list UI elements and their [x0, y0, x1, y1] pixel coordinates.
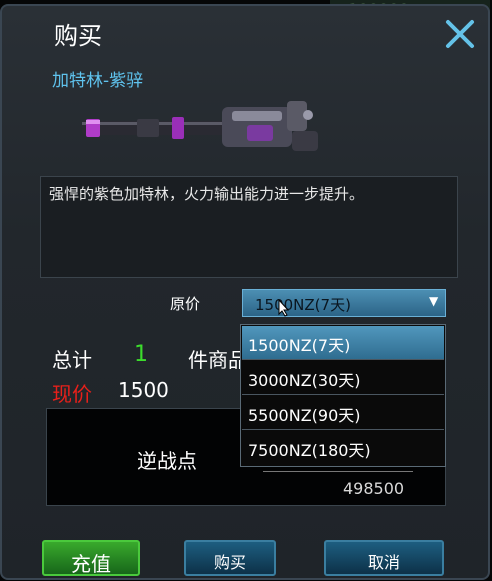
current-price-label: 现价 [52, 382, 92, 406]
price-option[interactable]: 1500NZ(7天) [242, 326, 444, 360]
buy-button-label: 购买 [213, 553, 246, 572]
total-quantity: 1 [134, 342, 148, 367]
gatling-gun-image [82, 101, 318, 151]
price-option[interactable]: 5500NZ(90天) [242, 396, 444, 430]
cancel-button-label: 取消 [367, 553, 400, 572]
mouse-cursor-icon [278, 299, 290, 317]
item-name: 加特林-紫骍 [52, 71, 144, 91]
currency-label: 逆战点 [137, 449, 197, 473]
price-select[interactable]: 1500NZ(7天) ▼ [242, 289, 446, 317]
recharge-button[interactable]: 充值 [42, 540, 140, 576]
description-box: 强悍的紫色加特林，火力输出能力进一步提升。 [40, 176, 458, 278]
current-price-value: 1500 [118, 378, 169, 402]
price-option[interactable]: 7500NZ(180天) [242, 431, 444, 465]
total-label: 总计 [52, 348, 92, 372]
item-description: 强悍的紫色加特林，火力输出能力进一步提升。 [49, 185, 365, 203]
recharge-button-label: 充值 [71, 552, 111, 576]
dropdown-arrow-icon: ▼ [429, 294, 439, 308]
price-option[interactable]: 3000NZ(30天) [242, 361, 444, 395]
price-option-label: 7500NZ(180天) [248, 441, 371, 460]
item-unit-label: 件商品 [188, 348, 248, 372]
balance-value: 498500 [343, 479, 405, 498]
price-dropdown-list: 1500NZ(7天) 3000NZ(30天) 5500NZ(90天) 7500N… [240, 324, 446, 467]
price-option-label: 5500NZ(90天) [248, 406, 361, 425]
price-option-label: 1500NZ(7天) [248, 336, 351, 355]
cancel-button[interactable]: 取消 [324, 540, 444, 576]
price-select-value: 1500NZ(7天) [255, 296, 351, 314]
purchase-dialog: 购买 加特林-紫骍 强悍的紫色加特林，火力输出能力进一步提升。 原价 1500N… [0, 4, 490, 580]
price-option-label: 3000NZ(30天) [248, 371, 361, 390]
balance-divider [263, 471, 413, 472]
dialog-title: 购买 [54, 22, 102, 50]
buy-button[interactable]: 购买 [184, 540, 276, 576]
original-price-label: 原价 [170, 295, 201, 313]
close-icon[interactable] [442, 16, 478, 52]
